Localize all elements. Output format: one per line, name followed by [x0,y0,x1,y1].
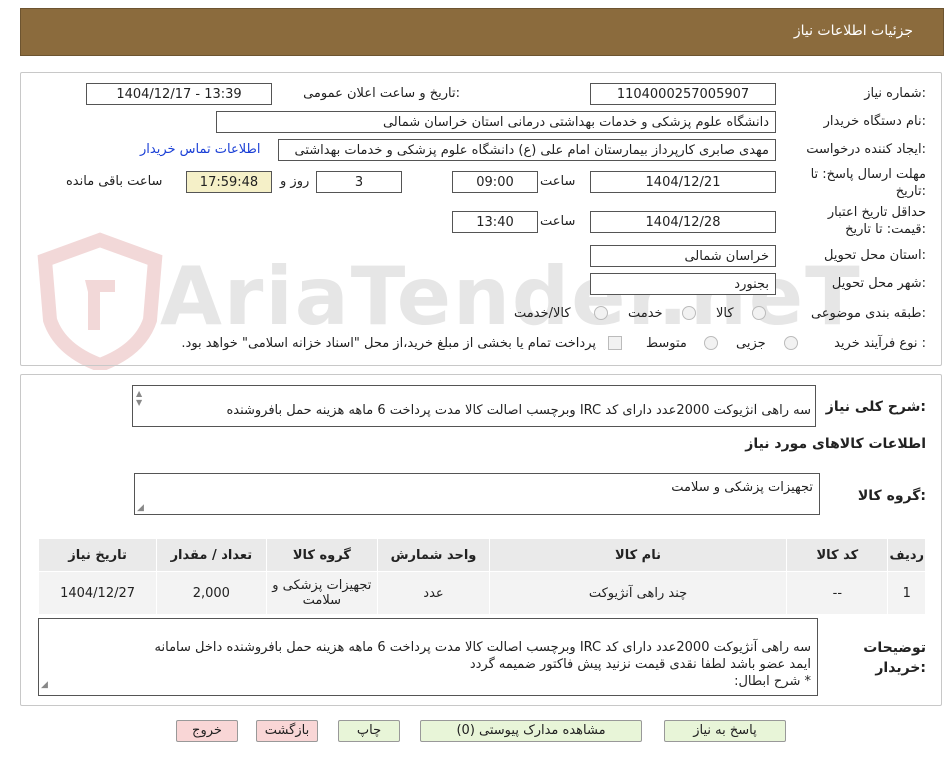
deadline-time-field: 09:00 [452,171,538,193]
days-label: روز و [280,174,310,189]
exit-button[interactable]: خروج [176,720,238,742]
cell-date: 1404/12/27 [37,571,158,615]
col-header-qty: تعداد / مقدار [156,538,267,572]
items-table: ردیف کد کالا نام کالا واحد شمارش گروه کا… [37,538,926,615]
col-header-code: کد کالا [786,538,889,572]
page-header: جزئیات اطلاعات نیاز [20,8,944,56]
creator-label: ایجاد کننده درخواست: [806,142,926,157]
validity-date-field: 1404/12/28 [590,211,776,233]
back-button[interactable]: بازگشت [256,720,318,742]
province-label: استان محل تحویل: [824,248,926,263]
summary-textbox[interactable]: سه راهی آنژیوکت 2000عدد دارای کد IRC وبر… [132,385,816,427]
days-field: 3 [316,171,402,193]
category-radio-goods-service[interactable] [594,306,608,320]
category-label: طبقه بندی موضوعی: [810,306,926,321]
process-radio-medium[interactable] [704,336,718,350]
validity-label: حداقل تاریخ اعتبار قیمت: تا تاریخ: [827,205,926,237]
goods-group-label: گروه کالا: [857,488,926,504]
col-header-unit: واحد شمارش [377,538,490,572]
cell-qty: 2,000 [156,571,267,615]
buyer-notes-textbox[interactable]: سه راهی آنژیوکت 2000عدد دارای کد IRC وبر… [38,618,818,696]
buyer-field: دانشگاه علوم پزشکی و خدمات بهداشتی درمان… [216,111,776,133]
reply-button[interactable]: پاسخ به نیاز [664,720,786,742]
goods-section-title: اطلاعات کالاهای مورد نیاز [745,436,926,452]
deadline-time-label: ساعت [540,174,576,189]
cell-unit: عدد [377,571,490,615]
col-header-date: تاریخ نیاز [37,538,158,572]
buyer-notes-line3: * شرح ابطال: [734,674,811,689]
table-row: 1 -- چند راهی آنژیوکت عدد تجهیزات پزشکی … [37,571,926,615]
payment-note: پرداخت تمام یا بخشی از مبلغ خرید،از محل … [181,336,596,351]
process-radio-minor[interactable] [784,336,798,350]
resize-handle-icon[interactable]: ◢ [137,503,144,513]
summary-label: شرح کلی نیاز: [825,399,926,415]
validity-time-field: 13:40 [452,211,538,233]
announce-label: تاریخ و ساعت اعلان عمومی: [303,86,460,101]
need-number-field: 1104000257005907 [590,83,776,105]
buyer-contact-link[interactable]: اطلاعات تماس خریدار [140,142,260,157]
cell-name: چند راهی آنژیوکت [488,571,788,615]
category-radio-goods[interactable] [752,306,766,320]
process-label: نوع فرآیند خرید : [834,336,926,351]
category-option-goods: کالا [716,306,734,321]
cell-group: تجهیزات پزشکی و سلامت [265,571,379,615]
col-header-name: نام کالا [488,538,788,572]
deadline-date-field: 1404/12/21 [590,171,776,193]
category-radio-service[interactable] [682,306,696,320]
deadline-label: مهلت ارسال پاسخ: تا تاریخ: [810,167,926,199]
page-title: جزئیات اطلاعات نیاز [793,23,913,39]
goods-group-textbox[interactable]: تجهیزات پزشکی و سلامت ◢ [134,473,820,515]
validity-time-label: ساعت [540,214,576,229]
category-option-service: خدمت [628,306,663,321]
city-field: بجنورد [590,273,776,295]
buyer-notes-line2: ایمد عضو باشد لطفا نقدی قیمت نزنید پیش ف… [469,657,811,672]
col-header-group: گروه کالا [265,538,379,572]
creator-field: مهدی صابری کارپرداز بیمارستان امام علی (… [278,139,776,161]
buyer-label: نام دستگاه خریدار: [823,114,926,129]
view-attachments-button[interactable]: مشاهده مدارک پیوستی (0) [420,720,642,742]
announce-datetime-field: 1404/12/17 - 13:39 [86,83,272,105]
process-option-minor: جزیی [736,336,766,351]
treasury-payment-checkbox[interactable] [608,336,622,350]
scroll-arrows-icon[interactable]: ▲ ▼ [136,389,142,407]
summary-text: سه راهی آنژیوکت 2000عدد دارای کد IRC وبر… [226,403,811,418]
cell-row-num: 1 [887,571,926,615]
print-button[interactable]: چاپ [338,720,400,742]
goods-group-value: تجهیزات پزشکی و سلامت [671,480,813,495]
table-header-row: ردیف کد کالا نام کالا واحد شمارش گروه کا… [37,538,926,572]
col-header-row-num: ردیف [887,538,926,572]
buyer-notes-line1: سه راهی آنژیوکت 2000عدد دارای کد IRC وبر… [154,640,811,655]
category-option-goods-service: کالا/خدمت [514,306,571,321]
city-label: شهر محل تحویل: [831,276,926,291]
need-number-label: شماره نیاز: [864,86,926,101]
province-field: خراسان شمالی [590,245,776,267]
buyer-notes-label: توضیحات خریدار: [863,640,926,676]
process-option-medium: متوسط [646,336,687,351]
cell-code: -- [786,571,889,615]
remaining-label: ساعت باقی مانده [66,174,163,189]
remaining-time-field: 17:59:48 [186,171,272,193]
resize-handle-icon[interactable]: ◢ [41,677,48,694]
